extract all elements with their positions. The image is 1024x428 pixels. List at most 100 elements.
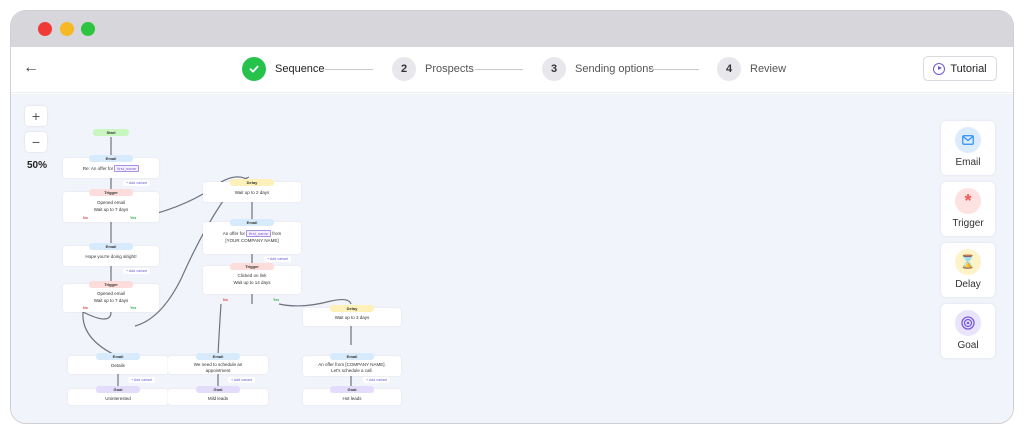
trigger-pill: Trigger (89, 189, 133, 196)
email-node-4[interactable]: Email An offer for first_name from [YOUR… (203, 219, 301, 254)
step-connector (649, 69, 699, 70)
flow-connections (82, 137, 352, 389)
email-subject: Re: An offer for first_name (63, 165, 159, 172)
asterisk-icon: * (955, 188, 981, 214)
email-subject: An offer for first_name from (222, 230, 282, 237)
no-label: No (83, 216, 88, 220)
trigger-wait: Wait up to 14 days (233, 280, 271, 285)
delay-wait: Wait up to 2 days (234, 190, 270, 195)
step-sequence[interactable]: Sequence (242, 57, 325, 81)
step-number: 3 (542, 57, 566, 81)
maximize-window-button[interactable] (81, 22, 95, 36)
no-label: No (83, 306, 88, 310)
step-label: Sending options (575, 63, 654, 75)
email-node-6[interactable]: Email An offer from [COMPANY NAME]. Let'… (303, 353, 401, 376)
add-variant-button[interactable]: + Add variant (228, 377, 256, 383)
tutorial-button[interactable]: Tutorial (923, 56, 997, 81)
palette-label: Email (955, 157, 981, 168)
step-label: Prospects (425, 63, 474, 75)
trigger-pill: Trigger (89, 281, 133, 288)
goal-node-3[interactable]: Goal Hot leads (303, 386, 401, 405)
email-subject: Details (111, 363, 125, 368)
trigger-node-2[interactable]: Trigger Opened email Wait up to 7 days (63, 281, 159, 312)
target-icon (955, 310, 981, 336)
goal-pill: Goal (330, 386, 374, 393)
delay-pill: Delay (230, 179, 274, 186)
palette-delay[interactable]: ⌛ Delay (941, 243, 995, 297)
add-variant-button[interactable]: + Add variant (264, 256, 292, 262)
delay-node-1[interactable]: Delay Wait up to 2 days (203, 179, 301, 202)
email-subject: We need to schedule an (193, 362, 243, 367)
yes-label: Yes (273, 298, 280, 302)
add-variant-button[interactable]: + Add variant (123, 180, 151, 186)
step-label: Review (750, 63, 787, 75)
email-subject: Hope you're doing alright! (85, 254, 137, 259)
start-node[interactable]: Start (93, 128, 129, 137)
goal-text: Uninterested (105, 396, 131, 401)
palette-label: Goal (957, 340, 979, 351)
trigger-condition: Opened email (96, 291, 126, 296)
goal-pill: Goal (196, 386, 240, 393)
add-variant-button[interactable]: + Add variant (123, 268, 151, 274)
add-variant-button[interactable]: + Add variant (363, 377, 391, 383)
trigger-node-3[interactable]: Trigger Clicked on link Wait up to 14 da… (203, 263, 301, 294)
palette-trigger[interactable]: * Trigger (941, 182, 995, 236)
email-pill: Email (96, 353, 140, 360)
yes-label: Yes (130, 216, 137, 220)
trigger-wait: Wait up to 7 days (93, 207, 129, 212)
hourglass-icon: ⌛ (955, 249, 981, 275)
yes-label: Yes (130, 306, 137, 310)
goal-node-1[interactable]: Goal Uninterested (68, 386, 168, 405)
step-sending-options[interactable]: 3 Sending options (542, 57, 654, 81)
trigger-condition: Clicked on link (237, 273, 267, 278)
no-label: No (223, 298, 228, 302)
step-connector (475, 69, 523, 70)
title-bar (11, 11, 1013, 47)
delay-pill: Delay (330, 305, 374, 312)
email-node-5[interactable]: Email We need to schedule an appointment (168, 353, 268, 374)
add-variant-button[interactable]: + Add variant (128, 377, 156, 383)
palette-label: Delay (955, 279, 981, 290)
first-name-tag: first_name (114, 165, 140, 172)
email-subject-line2: [YOUR COMPANY NAME] (225, 238, 279, 243)
goal-text: Mild leads (207, 396, 229, 401)
arrow-left-icon[interactable]: ← (23, 59, 39, 77)
sequence-canvas[interactable]: + − 50% Start Email Re: An offer for fir… (11, 94, 1013, 423)
palette-goal[interactable]: Goal (941, 304, 995, 358)
wizard-header: ← Sequence 2 Prospects 3 Sending options… (11, 47, 1013, 93)
email-pill: Email (330, 353, 374, 360)
email-subject: An offer from [COMPANY NAME]. (318, 362, 386, 367)
email-pill: Email (89, 243, 133, 250)
email-pill: Email (89, 155, 133, 162)
email-node-1[interactable]: Email Re: An offer for first_name (63, 155, 159, 178)
goal-pill: Goal (96, 386, 140, 393)
email-pill: Email (196, 353, 240, 360)
step-number: 2 (392, 57, 416, 81)
goal-node-2[interactable]: Goal Mild leads (168, 386, 268, 405)
email-subject-line2: Let's schedule a call. (331, 368, 373, 373)
trigger-node-1[interactable]: Trigger Opened email Wait up to 7 days (63, 189, 159, 222)
start-pill: Start (93, 129, 129, 136)
delay-wait: Wait up to 3 days (334, 315, 370, 320)
email-node-2[interactable]: Email Hope you're doing alright! (63, 243, 159, 266)
goal-text: Hot leads (342, 396, 362, 401)
step-label: Sequence (275, 63, 325, 75)
minimize-window-button[interactable] (60, 22, 74, 36)
step-number: 4 (717, 57, 741, 81)
palette-email[interactable]: Email (941, 121, 995, 175)
palette-label: Trigger (952, 218, 984, 229)
app-window: ← Sequence 2 Prospects 3 Sending options… (10, 10, 1014, 424)
email-pill: Email (230, 219, 274, 226)
trigger-condition: Opened email (96, 200, 126, 205)
email-node-3[interactable]: Email Details (68, 353, 168, 374)
delay-node-2[interactable]: Delay Wait up to 3 days (303, 305, 401, 326)
step-prospects[interactable]: 2 Prospects (392, 57, 474, 81)
trigger-pill: Trigger (230, 263, 274, 270)
step-review[interactable]: 4 Review (717, 57, 786, 81)
trigger-wait: Wait up to 7 days (93, 298, 129, 303)
tutorial-label: Tutorial (950, 62, 987, 75)
email-subject-line2: appointment (205, 368, 231, 373)
first-name-tag: first_name (246, 230, 271, 237)
mail-icon (955, 127, 981, 153)
close-window-button[interactable] (38, 22, 52, 36)
